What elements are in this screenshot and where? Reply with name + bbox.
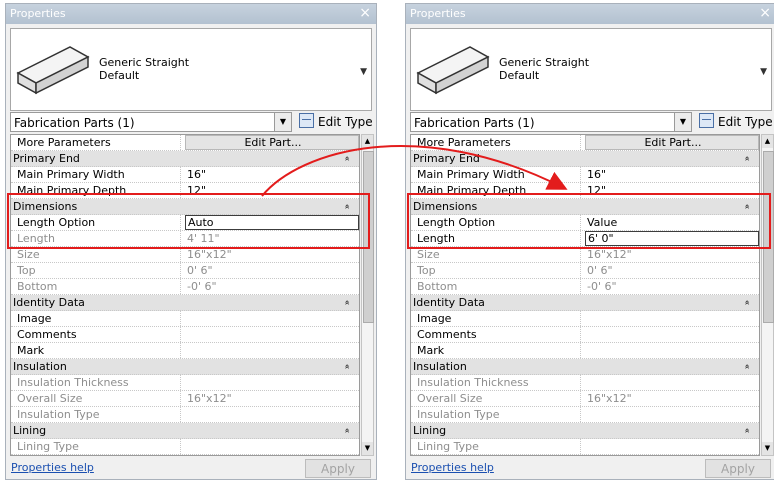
arrow-annotation (261, 144, 568, 197)
